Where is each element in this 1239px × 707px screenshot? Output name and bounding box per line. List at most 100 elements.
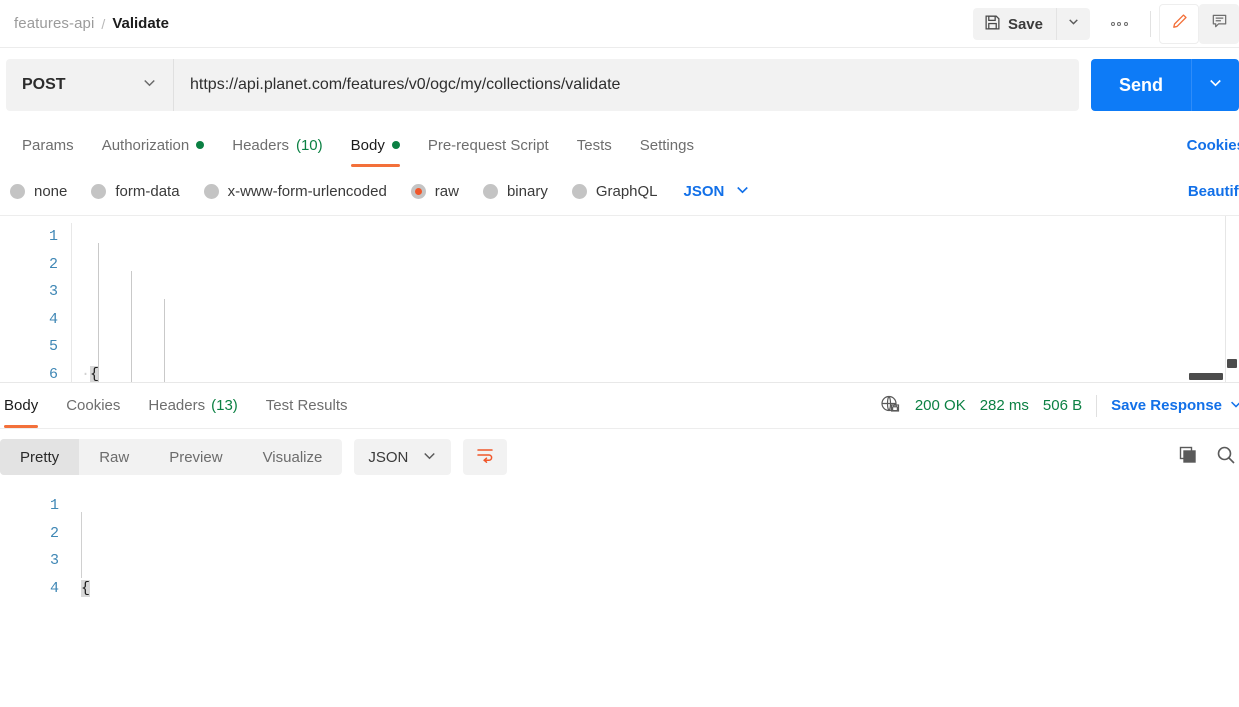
tab-label: Headers (232, 136, 289, 154)
raw-format-select[interactable]: JSON (684, 182, 751, 202)
editor-horizontal-scrollbar-thumb[interactable] (1189, 373, 1223, 380)
tab-label: Headers (148, 397, 206, 414)
meta-divider (1096, 394, 1098, 417)
response-code-area: 1 2 3 4 { "status": "okay", "detail": "N… (0, 485, 1239, 630)
response-code-lines[interactable]: { "status": "okay", "detail": "No errors… (72, 492, 1239, 630)
pencil-icon (1170, 12, 1189, 36)
chevron-down-icon (1067, 15, 1080, 33)
response-size: 506 B (1042, 397, 1083, 414)
request-url-bar: POST https://api.planet.com/features/v0/… (0, 48, 1239, 122)
response-view-modes: Pretty Raw Preview Visualize (0, 439, 343, 475)
response-tabs: Body Cookies Headers (13) Test Results 2… (0, 383, 1239, 429)
status-dot (391, 141, 400, 149)
tab-headers[interactable]: Headers (10) (218, 123, 336, 167)
chevron-down-icon (142, 75, 157, 95)
tab-badge: (13) (211, 397, 238, 414)
response-tab-body[interactable]: Body (0, 384, 52, 428)
chevron-down-icon (422, 448, 437, 467)
response-tool-buttons (1177, 444, 1237, 471)
body-type-label: GraphQL (595, 183, 658, 200)
request-body-editor[interactable]: 1 2 3 4 5 6 ·{ ·········"coordinates":·[… (0, 216, 1239, 383)
status-dot (196, 141, 205, 149)
edit-request-button[interactable] (1159, 4, 1199, 44)
response-tab-headers[interactable]: Headers (13) (134, 384, 251, 428)
http-method-select[interactable]: POST (6, 59, 174, 111)
response-tab-cookies[interactable]: Cookies (52, 384, 134, 428)
line-number: 2 (49, 524, 59, 542)
send-button[interactable]: Send (1090, 59, 1191, 111)
request-line-numbers: 1 2 3 4 5 6 (0, 223, 72, 383)
body-type-label: form-data (115, 183, 180, 200)
more-actions-button[interactable] (1096, 8, 1142, 40)
globe-lock-icon (879, 393, 901, 419)
tab-authorization[interactable]: Authorization (88, 123, 219, 167)
view-mode-raw[interactable]: Raw (79, 439, 149, 475)
line-number: 1 (49, 497, 59, 514)
tab-params[interactable]: Params (8, 123, 88, 167)
word-wrap-icon (475, 445, 495, 470)
chevron-down-icon (735, 182, 750, 202)
save-dropdown-button[interactable] (1056, 8, 1090, 40)
view-mode-visualize[interactable]: Visualize (243, 439, 343, 475)
body-type-label: raw (434, 183, 459, 200)
body-type-options: none form-data x-www-form-urlencoded raw… (0, 168, 1239, 216)
body-type-none[interactable]: none (10, 183, 67, 200)
editor-vertical-scrollbar[interactable] (1225, 216, 1239, 382)
response-tab-test-results[interactable]: Test Results (252, 384, 362, 428)
request-code-area: 1 2 3 4 5 6 ·{ ·········"coordinates":·[… (0, 216, 1239, 383)
line-number: 6 (48, 365, 58, 383)
body-type-label: none (34, 183, 68, 200)
scrollbar-thumb[interactable] (1227, 359, 1237, 368)
body-type-raw[interactable]: raw (410, 183, 459, 200)
save-response-label: Save Response (1111, 397, 1222, 414)
line-number: 4 (48, 310, 58, 328)
chevron-down-icon (1208, 75, 1223, 95)
code-line: { (81, 575, 1239, 603)
url-input[interactable]: https://api.planet.com/features/v0/ogc/m… (174, 59, 1079, 111)
breadcrumb-parent[interactable]: features-api (14, 15, 94, 32)
tab-label: Body (350, 136, 385, 154)
body-type-form-data[interactable]: form-data (91, 183, 180, 200)
tab-label: Settings (639, 136, 694, 154)
comment-icon (1210, 12, 1229, 36)
body-type-label: x-www-form-urlencoded (227, 183, 387, 200)
radio-icon (203, 184, 219, 199)
save-button[interactable]: Save (972, 8, 1056, 40)
header-actions: Save (972, 0, 1239, 48)
response-body-viewer[interactable]: 1 2 3 4 { "status": "okay", "detail": "N… (0, 485, 1239, 630)
line-number: 5 (48, 338, 58, 355)
request-code-lines[interactable]: ·{ ·········"coordinates":·[ ···········… (72, 223, 1239, 383)
radio-icon (571, 184, 587, 199)
view-mode-pretty[interactable]: Pretty (0, 439, 80, 475)
comments-button[interactable] (1199, 4, 1239, 44)
cookies-link[interactable]: Cookies (1187, 137, 1239, 154)
tab-label: Authorization (101, 136, 190, 154)
search-icon[interactable] (1215, 444, 1237, 471)
indent-guide (164, 299, 165, 382)
tab-settings[interactable]: Settings (626, 123, 708, 167)
body-type-graphql[interactable]: GraphQL (571, 183, 658, 200)
tab-body[interactable]: Body (337, 123, 414, 167)
http-method-label: POST (22, 76, 66, 93)
save-response-button[interactable]: Save Response (1111, 397, 1239, 415)
tab-tests[interactable]: Tests (563, 123, 626, 167)
ellipsis-icon (1110, 22, 1115, 26)
chevron-down-icon (1229, 397, 1239, 415)
tab-pre-request-script[interactable]: Pre-request Script (414, 123, 563, 167)
code-line: ·{ (81, 365, 100, 383)
radio-icon (10, 184, 25, 199)
view-mode-preview[interactable]: Preview (149, 439, 242, 475)
request-tabs: Params Authorization Headers (10) Body P… (0, 122, 1239, 168)
body-type-urlencoded[interactable]: x-www-form-urlencoded (203, 183, 387, 200)
response-toolbar: Pretty Raw Preview Visualize JSON (0, 429, 1239, 485)
beautify-button[interactable]: Beautify (1188, 183, 1239, 200)
radio-icon (91, 184, 107, 199)
word-wrap-button[interactable] (463, 439, 508, 475)
send-dropdown-button[interactable] (1191, 59, 1239, 111)
save-button-group: Save (972, 8, 1090, 40)
tab-label: Test Results (265, 397, 348, 414)
response-status: 200 OK (914, 397, 966, 414)
body-type-binary[interactable]: binary (482, 183, 548, 200)
response-format-select[interactable]: JSON (354, 439, 452, 475)
copy-icon[interactable] (1177, 444, 1199, 471)
